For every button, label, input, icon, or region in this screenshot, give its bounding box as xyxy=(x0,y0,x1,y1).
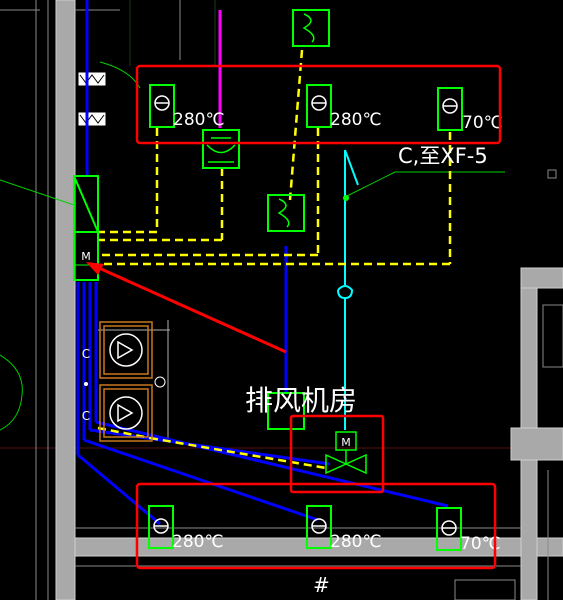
damper-temp: 280℃ xyxy=(173,110,225,130)
motor-label: M xyxy=(81,250,91,263)
room-label: 排风机房 xyxy=(245,384,357,417)
pipe-annotation: C,至XF-5 xyxy=(398,144,488,168)
fan-letter-upper: C xyxy=(82,347,90,361)
damper-temp: 280℃ xyxy=(330,532,382,552)
damper-temp: 280℃ xyxy=(172,532,224,552)
fan-letter-lower: C xyxy=(82,409,90,423)
damper-temp: 70℃ xyxy=(462,113,503,133)
wall-left-column xyxy=(55,0,76,600)
damper-temp: 280℃ xyxy=(330,110,382,130)
cad-drawing-canvas[interactable]: M C C M 280℃ 280℃ 70℃ 280℃ 280℃ 70℃ 排风机房… xyxy=(0,0,563,600)
grid-mark: # xyxy=(313,573,330,597)
wall-right-cap xyxy=(520,267,563,289)
wall-right-stub xyxy=(510,427,563,461)
valve-motor-label: M xyxy=(341,436,351,449)
